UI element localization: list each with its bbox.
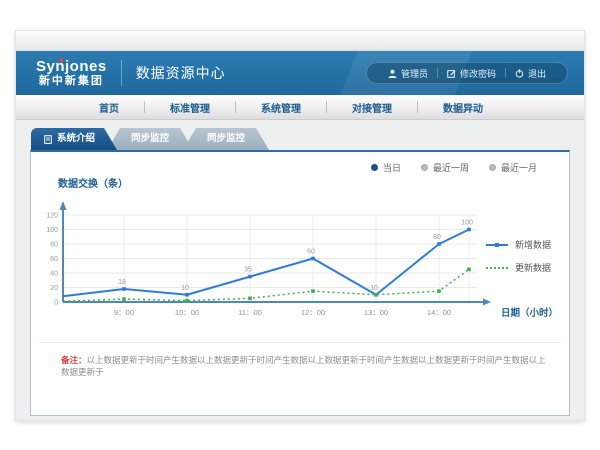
app-window: Synjones 新中新集团 数据资源中心 管理员 修改密码 退出 首页 <box>15 30 585 421</box>
solid-line-swatch-icon <box>486 244 508 246</box>
change-password-button[interactable]: 修改密码 <box>438 67 505 80</box>
radio-label: 最近一周 <box>433 161 469 174</box>
svg-text:11：00: 11：00 <box>238 308 262 317</box>
header-actions: 管理员 修改密码 退出 <box>366 62 568 84</box>
svg-text:10: 10 <box>370 285 378 292</box>
change-password-label: 修改密码 <box>460 67 496 80</box>
radio-dot-icon <box>371 164 378 171</box>
legend-updated-data[interactable]: 更新数据 <box>486 261 551 274</box>
svg-text:120: 120 <box>46 213 58 220</box>
tab-label: 系统介绍 <box>57 128 95 150</box>
radio-last-week[interactable]: 最近一周 <box>421 161 469 174</box>
nav-item-interface-mgmt[interactable]: 对接管理 <box>327 100 417 115</box>
user-label: 管理员 <box>401 67 428 80</box>
nav-item-standard-mgmt[interactable]: 标准管理 <box>145 100 235 115</box>
svg-text:18: 18 <box>118 279 126 286</box>
tab-system-intro[interactable]: 系统介绍 <box>31 128 117 150</box>
tab-bar: 系统介绍 同步监控 同步监控 <box>31 128 584 150</box>
svg-text:0: 0 <box>54 300 58 307</box>
radio-today[interactable]: 当日 <box>371 161 401 174</box>
svg-text:14：00: 14：00 <box>427 308 451 317</box>
legend-label: 更新数据 <box>515 261 551 274</box>
tab-label: 同步监控 <box>207 133 245 144</box>
svg-text:60: 60 <box>50 256 58 263</box>
header-divider <box>121 60 122 86</box>
svg-text:80: 80 <box>50 242 58 249</box>
legend-label: 新增数据 <box>515 238 551 251</box>
window-top-strip <box>16 31 584 51</box>
radio-dot-icon <box>421 164 428 171</box>
svg-text:10：00: 10：00 <box>175 308 199 317</box>
logout-button[interactable]: 退出 <box>506 67 555 80</box>
chart-legend: 新增数据 更新数据 <box>486 238 551 274</box>
nav-item-home[interactable]: 首页 <box>74 100 144 115</box>
line-chart: 0 20 40 60 80 100 120 9：00 10：00 11：00 12：00 13：00 1… <box>41 188 501 334</box>
svg-text:9：00: 9：00 <box>114 308 134 317</box>
footnote-label: 备注： <box>61 355 87 365</box>
tab-sync-monitor-2[interactable]: 同步监控 <box>183 128 269 150</box>
svg-text:35: 35 <box>244 267 252 274</box>
legend-new-data[interactable]: 新增数据 <box>486 238 551 251</box>
logo-subtitle: 新中新集团 <box>36 75 107 87</box>
svg-text:20: 20 <box>50 285 58 292</box>
svg-text:12：00: 12：00 <box>301 308 325 317</box>
page-title: 数据资源中心 <box>136 63 226 83</box>
radio-label: 最近一月 <box>501 161 537 174</box>
radio-label: 当日 <box>383 161 401 174</box>
footnote: 备注：以上数据更新于时间产生数据以上数据更新于时间产生数据以上数据更新于时间产生… <box>61 355 551 379</box>
svg-text:80: 80 <box>433 234 441 241</box>
logo-text: Synjones <box>36 59 107 76</box>
nav-item-system-mgmt[interactable]: 系统管理 <box>236 100 326 115</box>
logo-accent-dot <box>59 58 63 62</box>
svg-text:100: 100 <box>46 227 58 234</box>
tab-sync-monitor-1[interactable]: 同步监控 <box>107 128 193 150</box>
chart-x-axis-title: 日期（小时） <box>501 305 558 319</box>
main-nav: 首页 标准管理 系统管理 对接管理 数据异动 <box>16 95 584 120</box>
time-range-filter: 当日 最近一周 最近一月 <box>371 161 537 174</box>
svg-text:10: 10 <box>181 285 189 292</box>
content-card: 当日 最近一周 最近一月 数据交换（条） 0204060801001209：00… <box>30 150 570 416</box>
dotted-line-swatch-icon <box>486 267 508 269</box>
svg-text:100: 100 <box>461 220 473 227</box>
svg-text:13：00: 13：00 <box>364 308 388 317</box>
app-header: Synjones 新中新集团 数据资源中心 管理员 修改密码 退出 <box>16 51 584 95</box>
tab-label: 同步监控 <box>131 133 169 144</box>
user-menu[interactable]: 管理员 <box>379 67 437 80</box>
footnote-text: 以上数据更新于时间产生数据以上数据更新于时间产生数据以上数据更新于时间产生数据以… <box>61 355 546 377</box>
document-icon <box>44 135 52 144</box>
nav-item-data-change[interactable]: 数据异动 <box>418 100 508 115</box>
card-divider <box>39 342 561 343</box>
logout-label: 退出 <box>528 67 546 80</box>
logo: Synjones 新中新集团 <box>36 59 107 88</box>
edit-icon <box>447 69 456 78</box>
user-icon <box>388 69 397 78</box>
radio-dot-icon <box>489 164 496 171</box>
svg-text:40: 40 <box>50 271 58 278</box>
power-icon <box>515 69 524 78</box>
svg-text:60: 60 <box>307 249 315 256</box>
radio-last-month[interactable]: 最近一月 <box>489 161 537 174</box>
